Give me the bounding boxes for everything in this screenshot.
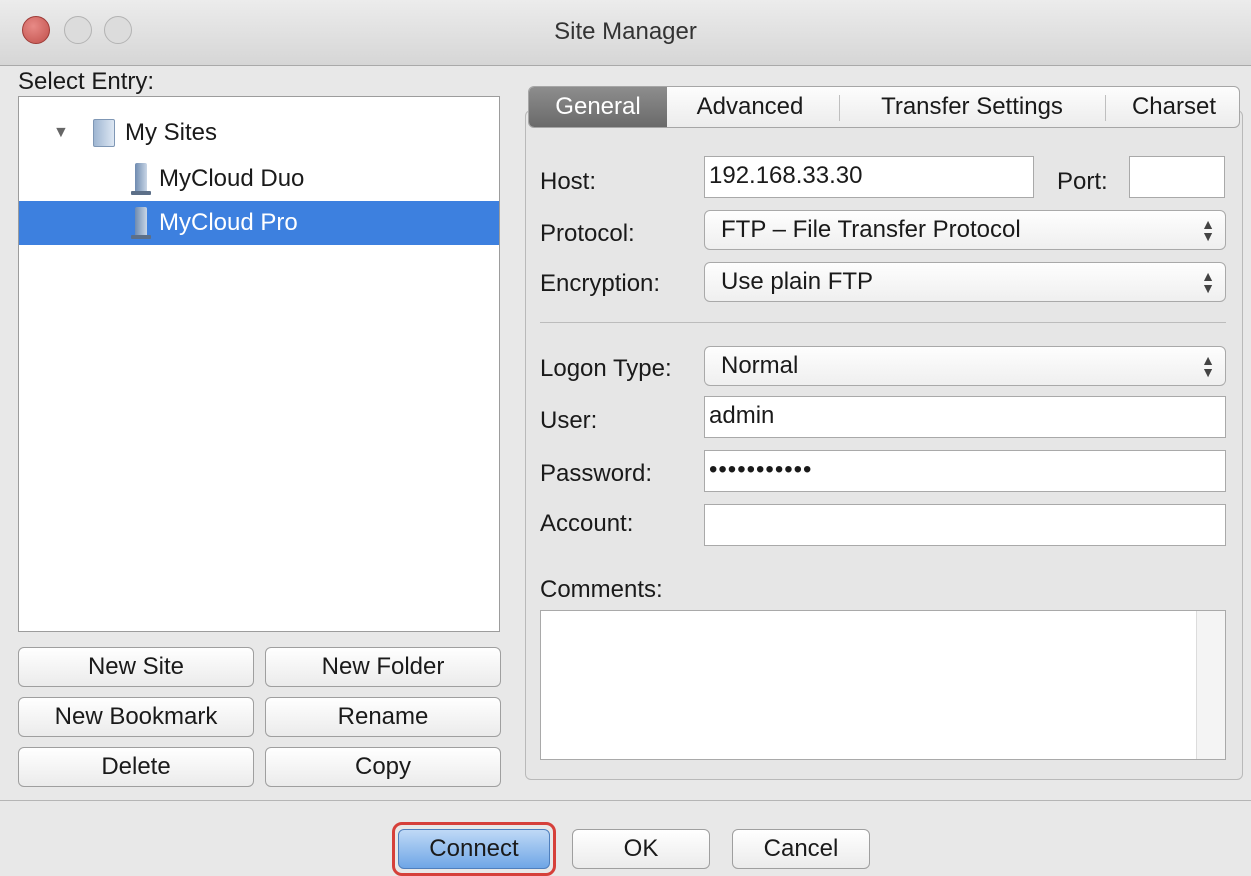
tab-transfer-settings[interactable]: Transfer Settings <box>841 87 1103 127</box>
port-input[interactable] <box>1129 156 1225 198</box>
tab-separator <box>839 95 840 121</box>
logon-type-value: Normal <box>721 352 799 379</box>
password-input[interactable]: ••••••••••• <box>704 450 1226 492</box>
account-label: Account: <box>540 510 634 537</box>
tree-item-label: My Sites <box>125 119 218 146</box>
cancel-button[interactable]: Cancel <box>732 829 870 869</box>
account-input[interactable] <box>704 504 1226 546</box>
select-entry-label: Select Entry: <box>18 68 155 95</box>
logon-type-select[interactable]: Normal ▲ ▼ <box>704 346 1226 386</box>
section-divider <box>540 322 1226 323</box>
site-tree[interactable]: ▼ My Sites MyCloud Duo MyCloud Pro <box>18 96 500 632</box>
encryption-value: Use plain FTP <box>721 268 874 295</box>
password-label: Password: <box>540 460 653 487</box>
tab-separator <box>1105 95 1106 121</box>
host-input[interactable]: 192.168.33.30 <box>704 156 1034 198</box>
updown-arrows-icon: ▲ ▼ <box>1201 352 1215 380</box>
comments-label: Comments: <box>540 576 663 603</box>
connect-button[interactable]: Connect <box>398 829 550 869</box>
encryption-label: Encryption: <box>540 270 661 297</box>
settings-tabs: General Advanced Transfer Settings Chars… <box>528 86 1240 128</box>
server-icon <box>131 163 151 195</box>
ok-button[interactable]: OK <box>572 829 710 869</box>
tree-item-label: MyCloud Duo <box>159 165 305 192</box>
logon-type-label: Logon Type: <box>540 355 672 382</box>
tab-charset[interactable]: Charset <box>1107 87 1239 127</box>
new-bookmark-button[interactable]: New Bookmark <box>18 697 254 737</box>
protocol-label: Protocol: <box>540 220 635 247</box>
protocol-value: FTP – File Transfer Protocol <box>721 216 1021 243</box>
footer-divider <box>0 800 1251 801</box>
new-folder-button[interactable]: New Folder <box>265 647 501 687</box>
updown-arrows-icon: ▲ ▼ <box>1201 268 1215 296</box>
host-label: Host: <box>540 168 597 195</box>
encryption-select[interactable]: Use plain FTP ▲ ▼ <box>704 262 1226 302</box>
updown-arrows-icon: ▲ ▼ <box>1201 216 1215 244</box>
tree-item-mycloud-duo[interactable]: MyCloud Duo <box>19 157 499 201</box>
tab-advanced[interactable]: Advanced <box>669 87 831 127</box>
tree-item-my-sites[interactable]: ▼ My Sites <box>19 111 499 155</box>
tree-item-mycloud-pro[interactable]: MyCloud Pro <box>19 201 499 245</box>
window-title: Site Manager <box>554 18 697 45</box>
folder-icon <box>93 119 115 147</box>
disclosure-triangle-icon[interactable]: ▼ <box>53 111 69 155</box>
protocol-select[interactable]: FTP – File Transfer Protocol ▲ ▼ <box>704 210 1226 250</box>
delete-button[interactable]: Delete <box>18 747 254 787</box>
tree-item-label: MyCloud Pro <box>159 209 298 236</box>
tab-general[interactable]: General <box>529 87 667 127</box>
comments-textarea[interactable] <box>540 610 1226 760</box>
user-input[interactable]: admin <box>704 396 1226 438</box>
new-site-button[interactable]: New Site <box>18 647 254 687</box>
port-label: Port: <box>1057 168 1108 195</box>
comments-scrollbar[interactable] <box>1196 611 1225 759</box>
copy-button[interactable]: Copy <box>265 747 501 787</box>
user-label: User: <box>540 407 598 434</box>
server-icon <box>131 207 151 239</box>
comments-text <box>541 611 1225 623</box>
rename-button[interactable]: Rename <box>265 697 501 737</box>
